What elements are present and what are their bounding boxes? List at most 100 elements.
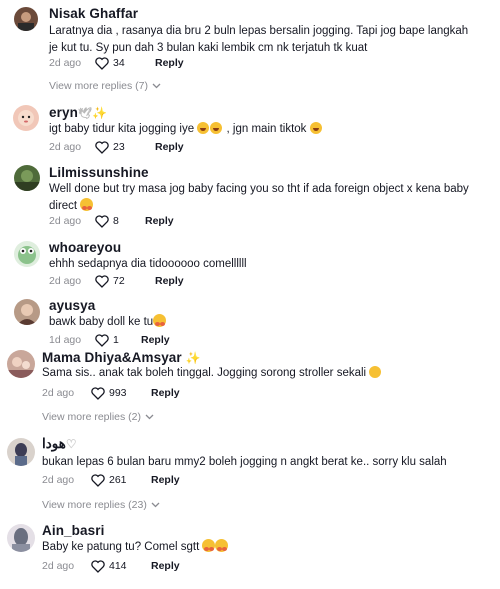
like-count: 34 [113,57,125,69]
smiling-hearts-emoji [153,314,167,327]
like-button[interactable]: 72 [95,274,135,288]
like-count: 23 [113,141,125,153]
username[interactable]: ayusya [49,298,95,313]
like-count: 993 [109,387,127,399]
comment-meta: 1d ago 1 Reply [49,333,170,347]
comment-text-part: Well done but try masa jog baby facing y… [49,183,469,212]
comment-text-part: Sama sis.. anak tak boleh tinggal. Joggi… [42,367,367,379]
white-heart-emoji: ♡ [65,437,77,451]
like-button[interactable]: 1 [95,333,125,347]
comment-meta: 2d ago 993 Reply [42,386,180,400]
timestamp: 2d ago [42,474,75,486]
timestamp: 2d ago [42,387,75,399]
heart-outline-icon [95,56,109,70]
timestamp: 2d ago [42,560,75,572]
view-more-replies[interactable]: View more replies (23) [42,499,160,511]
reply-button[interactable]: Reply [145,215,174,227]
sparkle-emoji: ✨ [185,351,201,365]
like-button[interactable]: 993 [91,386,131,400]
avatar[interactable] [14,299,40,325]
username-text: eryn [49,105,78,120]
avatar[interactable] [13,105,39,131]
username[interactable]: هودا♡ [42,436,77,452]
timestamp: 2d ago [49,57,82,69]
reply-button[interactable]: Reply [155,141,184,153]
comment-text: ehhh sedapnya dia tidoooooo comellllll [49,258,247,270]
avatar[interactable] [7,438,35,466]
heart-outline-icon [95,333,109,347]
comment-text: Sama sis.. anak tak boleh tinggal. Joggi… [42,365,462,382]
laughing-emoji [210,122,223,134]
heart-outline-icon [91,559,105,573]
comment-text-part: igt baby tidur kita jogging iye [49,123,195,135]
username-text: هودا [42,436,66,451]
like-count: 261 [109,474,127,486]
reply-button[interactable]: Reply [155,57,184,69]
heart-outline-icon [91,473,105,487]
timestamp: 1d ago [49,334,82,346]
view-more-label: View more replies (7) [49,80,149,92]
like-button[interactable]: 8 [95,214,127,228]
like-count: 1 [113,334,119,346]
comment-text-part: Baby ke patung tu? Comel sgtt [42,541,200,553]
username[interactable]: whoareyou [49,240,121,255]
timestamp: 2d ago [49,215,82,227]
comment-text: bawk baby doll ke tu [49,314,469,331]
smiling-hearts-emoji [215,539,229,552]
chevron-down-icon [151,502,160,508]
username[interactable]: Ain_basri [42,523,104,538]
heart-outline-icon [95,274,109,288]
avatar[interactable] [14,7,38,31]
reply-button[interactable]: Reply [141,334,170,346]
view-more-label: View more replies (23) [42,499,147,511]
reply-button[interactable]: Reply [151,387,180,399]
smiling-hearts-emoji [202,539,216,552]
like-button[interactable]: 261 [91,473,131,487]
heart-outline-icon [95,214,109,228]
smiling-hearts-emoji [80,198,94,211]
timestamp: 2d ago [49,141,82,153]
view-more-label: View more replies (2) [42,411,142,423]
view-more-replies[interactable]: View more replies (2) [42,411,154,423]
comment-text: Well done but try masa jog baby facing y… [49,181,469,215]
comment-text-part: , jgn main tiktok [226,123,307,135]
username[interactable]: Mama Dhiya&Amsyar ✨ [42,350,201,365]
like-count: 72 [113,275,125,287]
avatar[interactable] [7,524,35,552]
comment-text: bukan lepas 6 bulan baru mmy2 boleh jogg… [42,456,447,468]
reply-button[interactable]: Reply [151,560,180,572]
timestamp: 2d ago [49,275,82,287]
avatar[interactable] [7,350,35,378]
avatar[interactable] [14,241,40,267]
comment-text: Laratnya dia , rasanya dia bru 2 buln le… [49,25,469,54]
reply-button[interactable]: Reply [151,474,180,486]
laughing-emoji [309,122,322,134]
reply-button[interactable]: Reply [155,275,184,287]
heart-outline-icon [95,140,109,154]
comment-meta: 2d ago 72 Reply [49,274,184,288]
comment-text: Baby ke patung tu? Comel sgtt [42,539,462,556]
grinning-sweat-emoji [369,366,382,378]
comment-text-part: bawk baby doll ke tu [49,316,154,328]
username[interactable]: eryn🕊✨ [49,105,107,120]
like-button[interactable]: 23 [95,140,135,154]
dove-emoji: 🕊 [77,108,92,120]
heart-outline-icon [91,386,105,400]
sparkle-emoji: ✨ [92,106,108,120]
username[interactable]: Nisak Ghaffar [49,6,138,21]
comment-meta: 2d ago 261 Reply [42,473,180,487]
view-more-replies[interactable]: View more replies (7) [49,80,161,92]
comment-meta: 2d ago 414 Reply [42,559,180,573]
username-text: Mama Dhiya&Amsyar [42,350,182,365]
chevron-down-icon [145,414,154,420]
username[interactable]: Lilmissunshine [49,165,149,180]
comment-text: igt baby tidur kita jogging iye , jgn ma… [49,121,469,138]
chevron-down-icon [152,83,161,89]
like-count: 414 [109,560,127,572]
like-button[interactable]: 34 [95,56,135,70]
like-button[interactable]: 414 [91,559,131,573]
laughing-emoji [197,122,210,134]
comment-meta: 2d ago 34 Reply [49,56,184,70]
comment-meta: 2d ago 8 Reply [49,214,174,228]
avatar[interactable] [14,165,40,191]
